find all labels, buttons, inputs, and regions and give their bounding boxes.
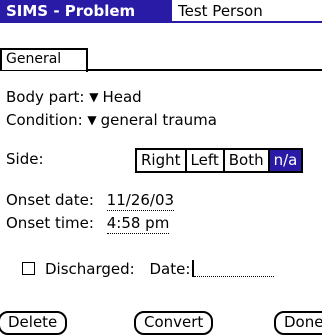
side-option-right[interactable]: Right bbox=[137, 150, 187, 171]
date-label: Date: bbox=[149, 260, 191, 278]
side-selector: Right Left Both n/a bbox=[135, 148, 304, 173]
done-button[interactable]: Done bbox=[274, 311, 322, 335]
onset-date-row: Onset date: 11/26/03 bbox=[6, 191, 175, 211]
body-part-value: Head bbox=[102, 88, 142, 106]
onset-date-value[interactable]: 11/26/03 bbox=[106, 191, 175, 211]
dropdown-triangle-icon: ▼ bbox=[89, 90, 99, 104]
convert-button[interactable]: Convert bbox=[134, 311, 214, 335]
body-part-row: Body part: ▼ Head bbox=[6, 88, 142, 106]
body-part-picker[interactable]: ▼ Head bbox=[89, 88, 141, 106]
discharge-date-field[interactable] bbox=[194, 258, 275, 277]
discharged-row: Discharged: Date: bbox=[22, 258, 275, 278]
side-option-na[interactable]: n/a bbox=[269, 150, 302, 171]
side-option-left[interactable]: Left bbox=[186, 150, 225, 171]
side-option-both[interactable]: Both bbox=[224, 150, 270, 171]
body-part-label: Body part: bbox=[6, 88, 85, 106]
patient-name: Test Person bbox=[172, 0, 322, 23]
onset-time-label: Onset time: bbox=[6, 214, 94, 232]
condition-label: Condition: bbox=[6, 111, 83, 129]
side-label: Side: bbox=[6, 150, 44, 168]
onset-date-label: Onset date: bbox=[6, 191, 94, 209]
delete-button[interactable]: Delete bbox=[0, 311, 68, 335]
discharged-checkbox[interactable] bbox=[22, 262, 35, 275]
tab-bar: General bbox=[0, 46, 322, 72]
tab-general[interactable]: General bbox=[0, 48, 88, 72]
condition-picker[interactable]: ▼ general trauma bbox=[87, 111, 217, 129]
onset-time-row: Onset time: 4:58 pm bbox=[6, 214, 170, 234]
dropdown-triangle-icon: ▼ bbox=[87, 113, 97, 127]
condition-row: Condition: ▼ general trauma bbox=[6, 111, 217, 129]
onset-time-value[interactable]: 4:58 pm bbox=[106, 214, 170, 234]
title-bar: SIMS - Problem Test Person bbox=[0, 0, 322, 23]
discharged-label: Discharged: bbox=[45, 260, 135, 278]
condition-value: general trauma bbox=[100, 111, 217, 129]
app-title: SIMS - Problem bbox=[0, 0, 172, 23]
